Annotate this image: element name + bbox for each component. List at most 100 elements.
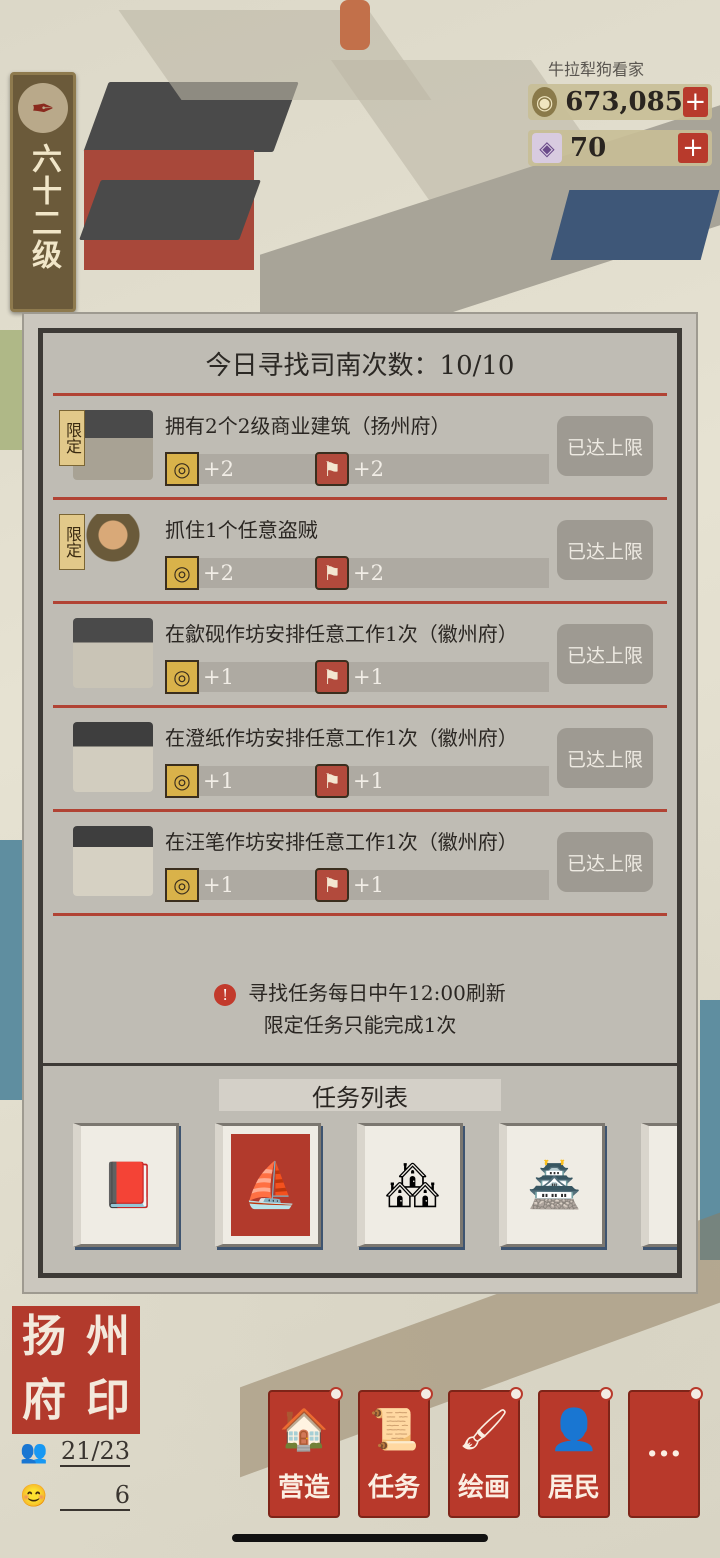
more-label: ··· xyxy=(646,1434,682,1474)
tasks-button[interactable]: 📜 任务 xyxy=(358,1387,433,1518)
task-name: 拥有2个2级商业建筑（扬州府） xyxy=(165,414,451,438)
garden-icon: 🏯 xyxy=(527,1160,582,1211)
compass-icon: ◎ xyxy=(165,868,199,902)
tasks-label: 任务 xyxy=(367,1473,420,1503)
coin-value: 673,085 xyxy=(565,87,683,117)
max-reached-button[interactable]: 已达上限 xyxy=(557,624,653,684)
city-seal[interactable]: 扬 州 府 印 xyxy=(12,1306,140,1434)
compass-task-panel: 今日寻找司南次数：10/10 限定 拥有2个2级商业建筑（扬州府） ◎ +2 ⚑… xyxy=(22,312,698,1294)
reward-value: +1 xyxy=(353,769,384,793)
token-icon: ⚑ xyxy=(315,660,349,694)
painting-label: 绘画 xyxy=(457,1473,510,1503)
population-value: 21/23 xyxy=(60,1437,130,1467)
seal-char: 州 xyxy=(86,1311,130,1362)
painting-button[interactable]: 🖌 绘画 xyxy=(448,1387,523,1518)
painting-icon: 🖌 xyxy=(458,1407,510,1453)
task-name: 抓住1个任意盗贼 xyxy=(165,518,318,542)
notification-dot xyxy=(329,1387,343,1401)
max-reached-button[interactable]: 已达上限 xyxy=(557,416,653,476)
limited-tag: 限定 xyxy=(59,514,85,570)
add-coins-button[interactable]: + xyxy=(682,87,708,117)
reward-value: +2 xyxy=(203,457,234,481)
reward-value: +2 xyxy=(353,457,384,481)
reward-value: +1 xyxy=(203,873,234,897)
coin-counter[interactable]: ◉ 673,085 + xyxy=(528,84,712,120)
compass-icon: ◎ xyxy=(165,556,199,590)
level-text: 六十二级 xyxy=(26,143,61,271)
happiness-value: 6 xyxy=(60,1481,130,1511)
pavilion-roof xyxy=(550,190,720,260)
max-reached-button[interactable]: 已达上限 xyxy=(557,728,653,788)
compass-icon: ◎ xyxy=(165,452,199,486)
inkstone-workshop-icon xyxy=(73,618,153,688)
reward-compass: ◎ +1 xyxy=(165,868,234,902)
task-list-title: 任务列表 xyxy=(219,1079,501,1112)
token-icon: ⚑ xyxy=(315,452,349,486)
limited-tag: 限定 xyxy=(59,410,85,466)
seal-char: 印 xyxy=(86,1375,130,1426)
more-button[interactable]: ··· xyxy=(628,1387,703,1518)
happiness-icon: 😊 xyxy=(20,1483,48,1509)
refresh-notice: ! 寻找任务每日中午12:00刷新 限定任务只能完成1次 xyxy=(43,977,677,1041)
task-book-more[interactable] xyxy=(641,1123,677,1247)
reward-compass: ◎ +2 xyxy=(165,452,234,486)
trees xyxy=(0,330,22,450)
build-label: 营造 xyxy=(277,1473,330,1503)
build-icon: 🏠 xyxy=(279,1407,329,1453)
level-badge[interactable]: ✒ 六十二级 xyxy=(10,72,76,312)
task-row: 在歙砚作坊安排任意工作1次（徽州府） ◎ +1 ⚑ +1 已达上限 xyxy=(53,604,667,705)
seal-char: 府 xyxy=(22,1375,66,1426)
building-roof xyxy=(79,180,261,240)
coin-icon: ◉ xyxy=(532,87,558,117)
task-book-boat[interactable]: ⛵ xyxy=(215,1123,321,1247)
boat-icon: ⛵ xyxy=(231,1134,310,1236)
max-reached-button[interactable]: 已达上限 xyxy=(557,832,653,892)
divider xyxy=(53,913,667,916)
token-icon: ⚑ xyxy=(315,556,349,590)
resident-icon: 👤 xyxy=(549,1407,599,1453)
compass-icon: ◎ xyxy=(165,660,199,694)
thief-icon xyxy=(73,514,153,584)
gem-value: 70 xyxy=(570,133,607,163)
token-icon: ⚑ xyxy=(315,764,349,798)
reward-token: ⚑ +2 xyxy=(315,452,384,486)
notification-dot xyxy=(599,1387,613,1401)
villager[interactable] xyxy=(340,0,370,50)
add-gems-button[interactable]: + xyxy=(678,133,708,163)
shop-building-icon xyxy=(73,410,153,480)
notification-dot xyxy=(419,1387,433,1401)
quest-book-icon: 📕 xyxy=(101,1160,156,1211)
notification-dot xyxy=(689,1387,703,1401)
population-stat[interactable]: 👥 21/23 xyxy=(18,1436,130,1468)
notice-line-1: 寻找任务每日中午12:00刷新 xyxy=(248,981,506,1005)
residents-button[interactable]: 👤 居民 xyxy=(538,1387,613,1518)
panel-title: 今日寻找司南次数：10/10 xyxy=(205,350,515,381)
notice-line-2: 限定任务只能完成1次 xyxy=(263,1013,457,1037)
task-row: 限定 拥有2个2级商业建筑（扬州府） ◎ +2 ⚑ +2 已达上限 xyxy=(53,396,667,497)
reward-value: +1 xyxy=(203,769,234,793)
reward-value: +1 xyxy=(353,873,384,897)
token-icon: ⚑ xyxy=(315,868,349,902)
reward-token: ⚑ +1 xyxy=(315,868,384,902)
reward-compass: ◎ +1 xyxy=(165,764,234,798)
section-divider xyxy=(43,1063,677,1066)
river xyxy=(0,840,24,1100)
gem-icon: ◈ xyxy=(532,133,562,163)
happiness-stat[interactable]: 😊 6 xyxy=(18,1480,130,1512)
task-name: 在歙砚作坊安排任意工作1次（徽州府） xyxy=(165,622,518,646)
task-book-building[interactable]: 🏘 xyxy=(357,1123,463,1247)
task-book-garden[interactable]: 🏯 xyxy=(499,1123,605,1247)
task-book-list[interactable]: 📕 ⛵ 🏘 🏯 xyxy=(43,1123,677,1253)
reward-compass: ◎ +2 xyxy=(165,556,234,590)
max-reached-button[interactable]: 已达上限 xyxy=(557,520,653,580)
gem-counter[interactable]: ◈ 70 + xyxy=(528,130,712,166)
home-indicator[interactable] xyxy=(232,1534,488,1542)
reward-value: +1 xyxy=(203,665,234,689)
build-button[interactable]: 🏠 营造 xyxy=(268,1387,343,1518)
task-name: 在澄纸作坊安排任意工作1次（徽州府） xyxy=(165,726,518,750)
building-icon: 🏘 xyxy=(384,1160,441,1211)
reward-value: +2 xyxy=(353,561,384,585)
paper-workshop-icon xyxy=(73,722,153,792)
panel-frame: 今日寻找司南次数：10/10 限定 拥有2个2级商业建筑（扬州府） ◎ +2 ⚑… xyxy=(38,328,682,1278)
task-book-quest[interactable]: 📕 xyxy=(73,1123,179,1247)
